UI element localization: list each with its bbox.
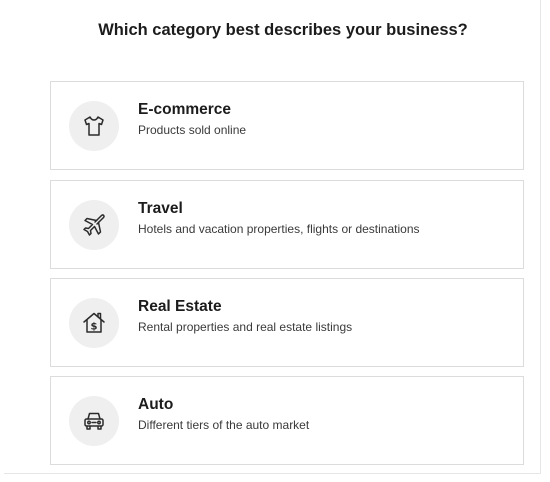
airplane-icon	[69, 200, 119, 250]
option-description: Different tiers of the auto market	[138, 418, 310, 432]
tshirt-icon	[69, 101, 119, 151]
option-description: Rental properties and real estate listin…	[138, 320, 353, 334]
option-title: Real Estate	[138, 298, 222, 315]
option-travel[interactable]: Travel Hotels and vacation properties, f…	[50, 180, 524, 269]
car-icon	[69, 396, 119, 446]
option-title: E-commerce	[138, 101, 232, 118]
page-title: Which category best describes your busin…	[98, 21, 468, 39]
svg-text:$: $	[91, 322, 98, 333]
option-title: Travel	[138, 200, 183, 217]
option-real-estate[interactable]: $ Real Estate Rental properties and real…	[50, 278, 524, 367]
option-auto[interactable]: Auto Different tiers of the auto market	[50, 376, 524, 465]
option-ecommerce[interactable]: E-commerce Products sold online	[50, 81, 524, 170]
option-title: Auto	[138, 396, 174, 413]
house-dollar-icon: $	[69, 298, 119, 348]
option-description: Products sold online	[138, 123, 247, 137]
option-description: Hotels and vacation properties, flights …	[138, 222, 420, 236]
